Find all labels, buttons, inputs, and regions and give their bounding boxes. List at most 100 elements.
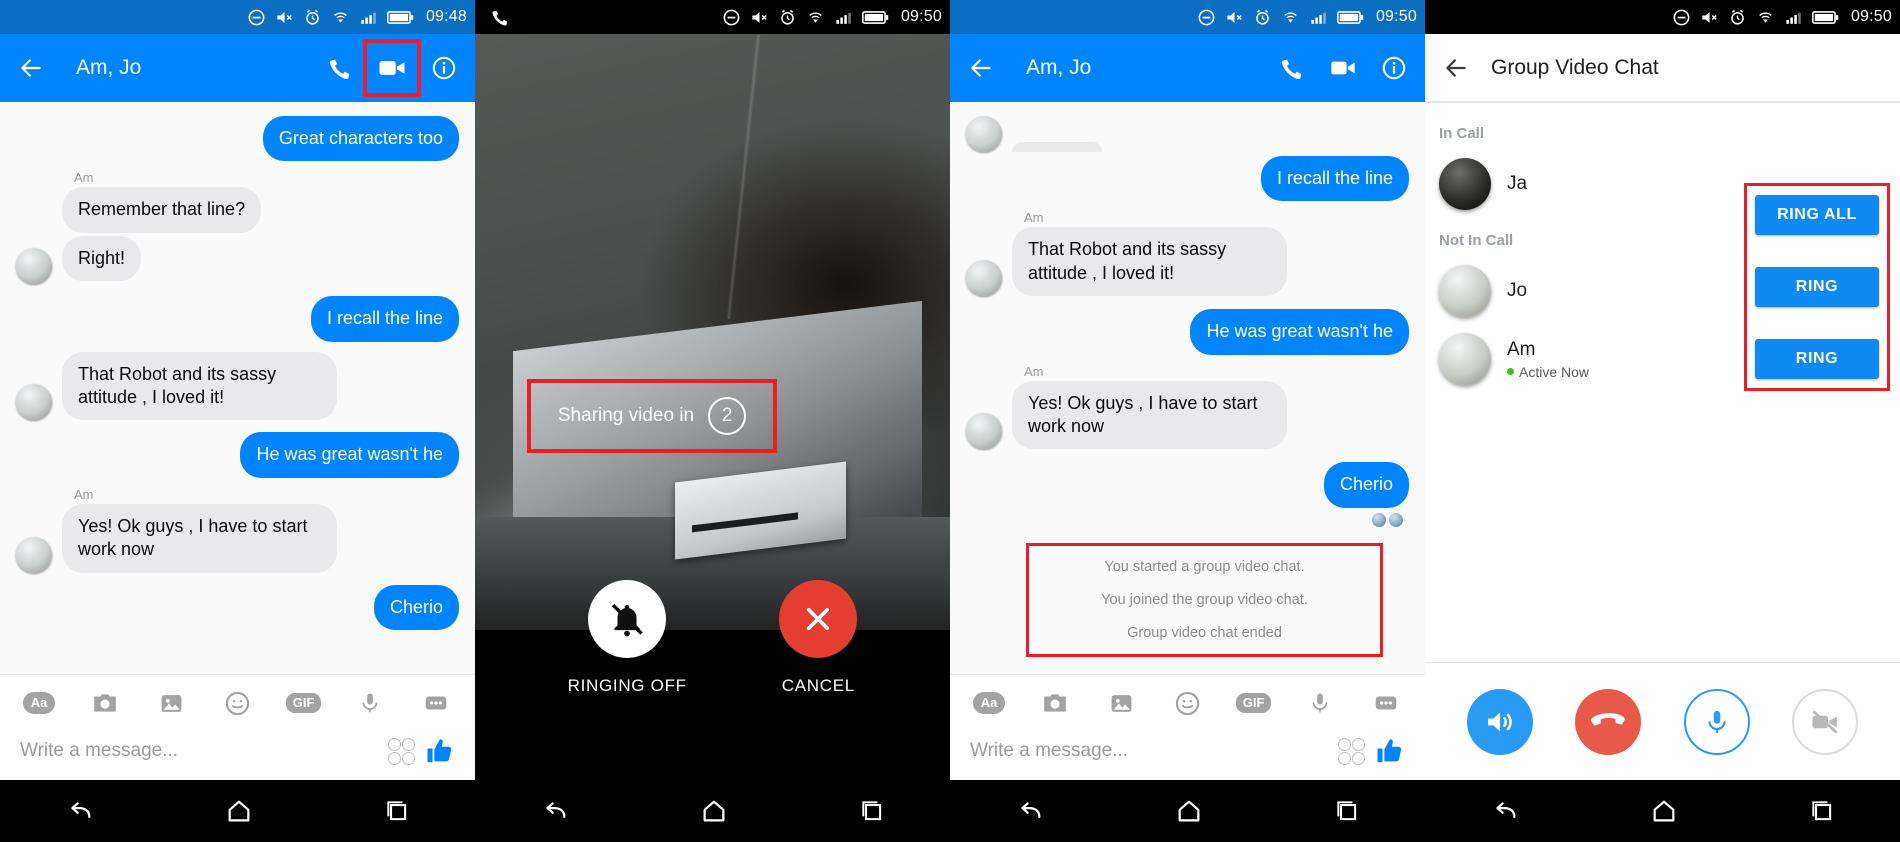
battery-icon [386, 10, 414, 24]
close-icon[interactable] [779, 580, 858, 658]
gif-icon[interactable]: GIF [285, 688, 322, 718]
status-icons: 09:48 [247, 8, 467, 27]
cancel-call-button[interactable]: CANCEL [779, 580, 858, 696]
message-input[interactable]: Write a message... [970, 740, 1328, 762]
system-message: Group video chat ended [1127, 624, 1282, 641]
message-input-row[interactable]: Write a message... [950, 727, 1425, 780]
microphone-button[interactable] [1683, 688, 1750, 755]
panel-group-video-chat: 09:50 Group Video Chat In Call Ja Not In… [1425, 0, 1900, 842]
back-icon[interactable] [1016, 797, 1044, 825]
message-sender-label: Am [74, 170, 94, 186]
video-camera-icon[interactable] [377, 53, 407, 83]
phone-call-icon[interactable] [328, 56, 353, 81]
more-icon[interactable] [1371, 688, 1401, 718]
recents-icon[interactable] [1809, 798, 1835, 824]
message-bubble-outgoing: I recall the line [1260, 156, 1409, 202]
message-row: Cherio [16, 584, 459, 630]
back-arrow-icon[interactable] [18, 55, 44, 81]
like-thumbs-up-icon[interactable] [1375, 736, 1405, 766]
microphone-icon[interactable] [1305, 688, 1335, 718]
video-off-button[interactable] [1791, 688, 1858, 755]
video-call-button-wrap[interactable] [363, 39, 421, 97]
back-icon[interactable] [1491, 797, 1519, 825]
message-row: Yes! Ok guys , I have to start work now [16, 503, 459, 573]
back-arrow-icon[interactable] [1443, 55, 1469, 81]
phone-call-icon [492, 10, 508, 26]
status-bar: 09:48 [0, 0, 475, 34]
microphone-icon [1707, 710, 1726, 733]
video-camera-icon[interactable] [1329, 54, 1357, 82]
stickers-icon[interactable] [388, 737, 415, 765]
android-nav-bar [1425, 780, 1900, 842]
seen-indicators [966, 512, 1403, 527]
ring-all-button[interactable]: RING ALL [1755, 195, 1879, 235]
info-icon[interactable] [431, 55, 457, 81]
camera-icon[interactable] [90, 688, 120, 718]
sharing-video-label: Sharing video in [557, 405, 695, 426]
recents-icon[interactable] [1334, 798, 1360, 824]
status-time: 09:50 [1375, 8, 1417, 25]
text-format-icon[interactable]: Aa [972, 688, 1006, 718]
wifi-icon [1759, 11, 1772, 23]
speaker-button[interactable] [1467, 688, 1534, 755]
message-bubble-outgoing: Cherio [373, 584, 459, 630]
call-controls [1425, 662, 1900, 780]
recents-icon[interactable] [859, 798, 885, 824]
volume-mute-icon [1227, 11, 1242, 23]
panel-chat-after-call: 09:50 Am, Jo I recall the line Am That R… [950, 0, 1425, 842]
message-row: He was great wasn't he [966, 309, 1409, 355]
text-format-icon[interactable]: Aa [22, 688, 56, 718]
avatar [966, 413, 1002, 450]
message-row: Great characters too [16, 116, 459, 162]
stickers-icon[interactable] [1338, 737, 1365, 765]
panel-outgoing-video-call: 09:50 Sharing video in 2 RINGING OFF CAN… [475, 0, 950, 842]
microphone-icon[interactable] [355, 688, 385, 718]
signal-bars-icon [361, 12, 376, 24]
bell-off-icon[interactable] [588, 580, 667, 658]
signal-bars-icon [1786, 12, 1801, 24]
message-bubble-outgoing: He was great wasn't he [1190, 309, 1409, 355]
participant-name: Jo [1507, 280, 1528, 301]
volume-mute-icon [1702, 11, 1717, 23]
ring-buttons-highlight: RING ALL RING RING [1744, 183, 1890, 391]
app-bar: Am, Jo [0, 34, 475, 102]
ring-button-am[interactable]: RING [1755, 339, 1879, 379]
emoji-icon[interactable] [1172, 688, 1202, 718]
composer-tools: Aa GIF [0, 675, 475, 727]
home-icon[interactable] [700, 797, 728, 825]
home-icon[interactable] [1175, 797, 1203, 825]
end-call-button[interactable] [1575, 688, 1642, 755]
like-thumbs-up-icon[interactable] [425, 736, 455, 766]
call-controls: RINGING OFF CANCEL [475, 580, 950, 780]
camera-icon[interactable] [1040, 688, 1070, 718]
avatar [1439, 333, 1491, 385]
do-not-disturb-icon [248, 9, 265, 25]
info-icon[interactable] [1381, 55, 1407, 81]
text-format-label: Aa [972, 691, 1006, 715]
home-icon[interactable] [1650, 797, 1678, 825]
message-thread[interactable]: I recall the line Am That Robot and its … [950, 102, 1425, 674]
message-input-row[interactable]: Write a message... [0, 727, 475, 780]
back-icon[interactable] [66, 797, 94, 825]
system-message: You joined the group video chat. [1101, 591, 1308, 608]
emoji-icon[interactable] [222, 688, 252, 718]
message-bubble-outgoing: Cherio [1323, 462, 1409, 508]
message-thread[interactable]: Great characters too Am Remember that li… [0, 102, 475, 674]
gif-label: GIF [285, 692, 322, 714]
gallery-icon[interactable] [156, 688, 186, 718]
gallery-icon[interactable] [1106, 688, 1136, 718]
phone-call-icon[interactable] [1280, 56, 1305, 81]
back-arrow-icon[interactable] [968, 55, 994, 81]
message-input[interactable]: Write a message... [20, 740, 378, 762]
ringing-off-button[interactable]: RINGING OFF [568, 580, 687, 696]
home-icon[interactable] [225, 797, 253, 825]
back-icon[interactable] [541, 797, 569, 825]
ring-button-jo[interactable]: RING [1755, 267, 1879, 307]
more-icon[interactable] [421, 688, 451, 718]
wifi-icon [1284, 11, 1297, 23]
recents-icon[interactable] [384, 798, 410, 824]
message-bubble-incoming: Right! [62, 235, 142, 282]
video-preview-stage[interactable]: Sharing video in 2 [475, 34, 950, 630]
gif-icon[interactable]: GIF [1235, 688, 1272, 718]
message-row-partial [966, 116, 1409, 152]
